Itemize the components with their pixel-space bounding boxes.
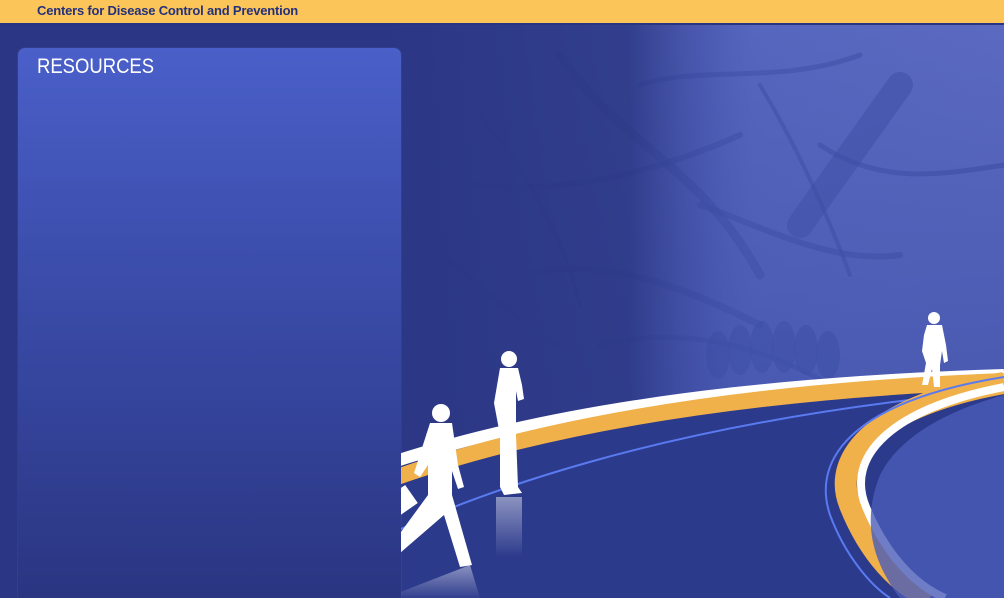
- page: Centers for Disease Control and Preventi…: [0, 0, 1004, 598]
- resources-heading: RESOURCES: [37, 55, 155, 78]
- org-name: Centers for Disease Control and Preventi…: [37, 3, 299, 18]
- resources-panel: RESOURCES: [18, 48, 401, 598]
- header-bar: Centers for Disease Control and Preventi…: [0, 0, 1004, 25]
